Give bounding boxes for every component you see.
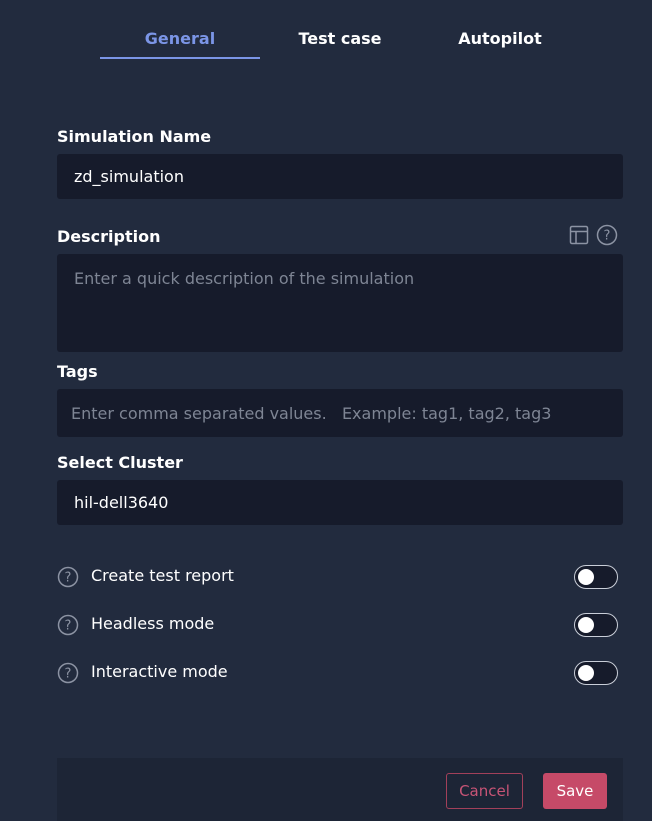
option-headless-mode: ? Headless mode — [57, 610, 623, 640]
option-create-test-report: ? Create test report — [57, 562, 623, 592]
tab-bar: General Test case Autopilot — [0, 0, 652, 60]
description-label: Description — [57, 227, 161, 246]
simulation-name-value: zd_simulation — [74, 167, 184, 186]
help-icon[interactable]: ? — [57, 614, 79, 636]
help-icon[interactable]: ? — [596, 224, 618, 246]
tags-input[interactable]: Enter comma separated values. Example: t… — [57, 389, 623, 437]
description-placeholder: Enter a quick description of the simulat… — [74, 269, 415, 288]
form-footer: Cancel Save — [57, 758, 623, 821]
select-cluster-label: Select Cluster — [57, 453, 183, 472]
help-icon[interactable]: ? — [57, 662, 79, 684]
cancel-button[interactable]: Cancel — [446, 773, 523, 809]
svg-text:?: ? — [65, 619, 72, 634]
interactive-mode-toggle[interactable] — [574, 661, 618, 685]
toggle-knob — [578, 569, 594, 585]
svg-text:?: ? — [65, 667, 72, 682]
simulation-name-input[interactable]: zd_simulation — [57, 154, 623, 199]
toggle-knob — [578, 665, 594, 681]
tab-general[interactable]: General — [100, 28, 260, 59]
simulation-name-label: Simulation Name — [57, 127, 212, 146]
layout-icon[interactable] — [568, 224, 590, 246]
headless-mode-toggle[interactable] — [574, 613, 618, 637]
tab-test-case[interactable]: Test case — [260, 28, 420, 59]
create-test-report-toggle[interactable] — [574, 565, 618, 589]
option-label: Create test report — [91, 566, 234, 585]
svg-text:?: ? — [65, 571, 72, 586]
tab-autopilot[interactable]: Autopilot — [420, 28, 580, 59]
option-label: Headless mode — [91, 614, 215, 633]
option-interactive-mode: ? Interactive mode — [57, 658, 623, 688]
tags-label: Tags — [57, 362, 98, 381]
tags-placeholder: Enter comma separated values. Example: t… — [71, 403, 552, 423]
description-textarea[interactable]: Enter a quick description of the simulat… — [57, 254, 623, 352]
toggle-knob — [578, 617, 594, 633]
cluster-value: hil-dell3640 — [74, 493, 169, 512]
help-icon[interactable]: ? — [57, 566, 79, 588]
option-label: Interactive mode — [91, 662, 228, 681]
svg-text:?: ? — [604, 229, 611, 244]
cluster-select[interactable]: hil-dell3640 — [57, 480, 623, 525]
save-button[interactable]: Save — [543, 773, 607, 809]
